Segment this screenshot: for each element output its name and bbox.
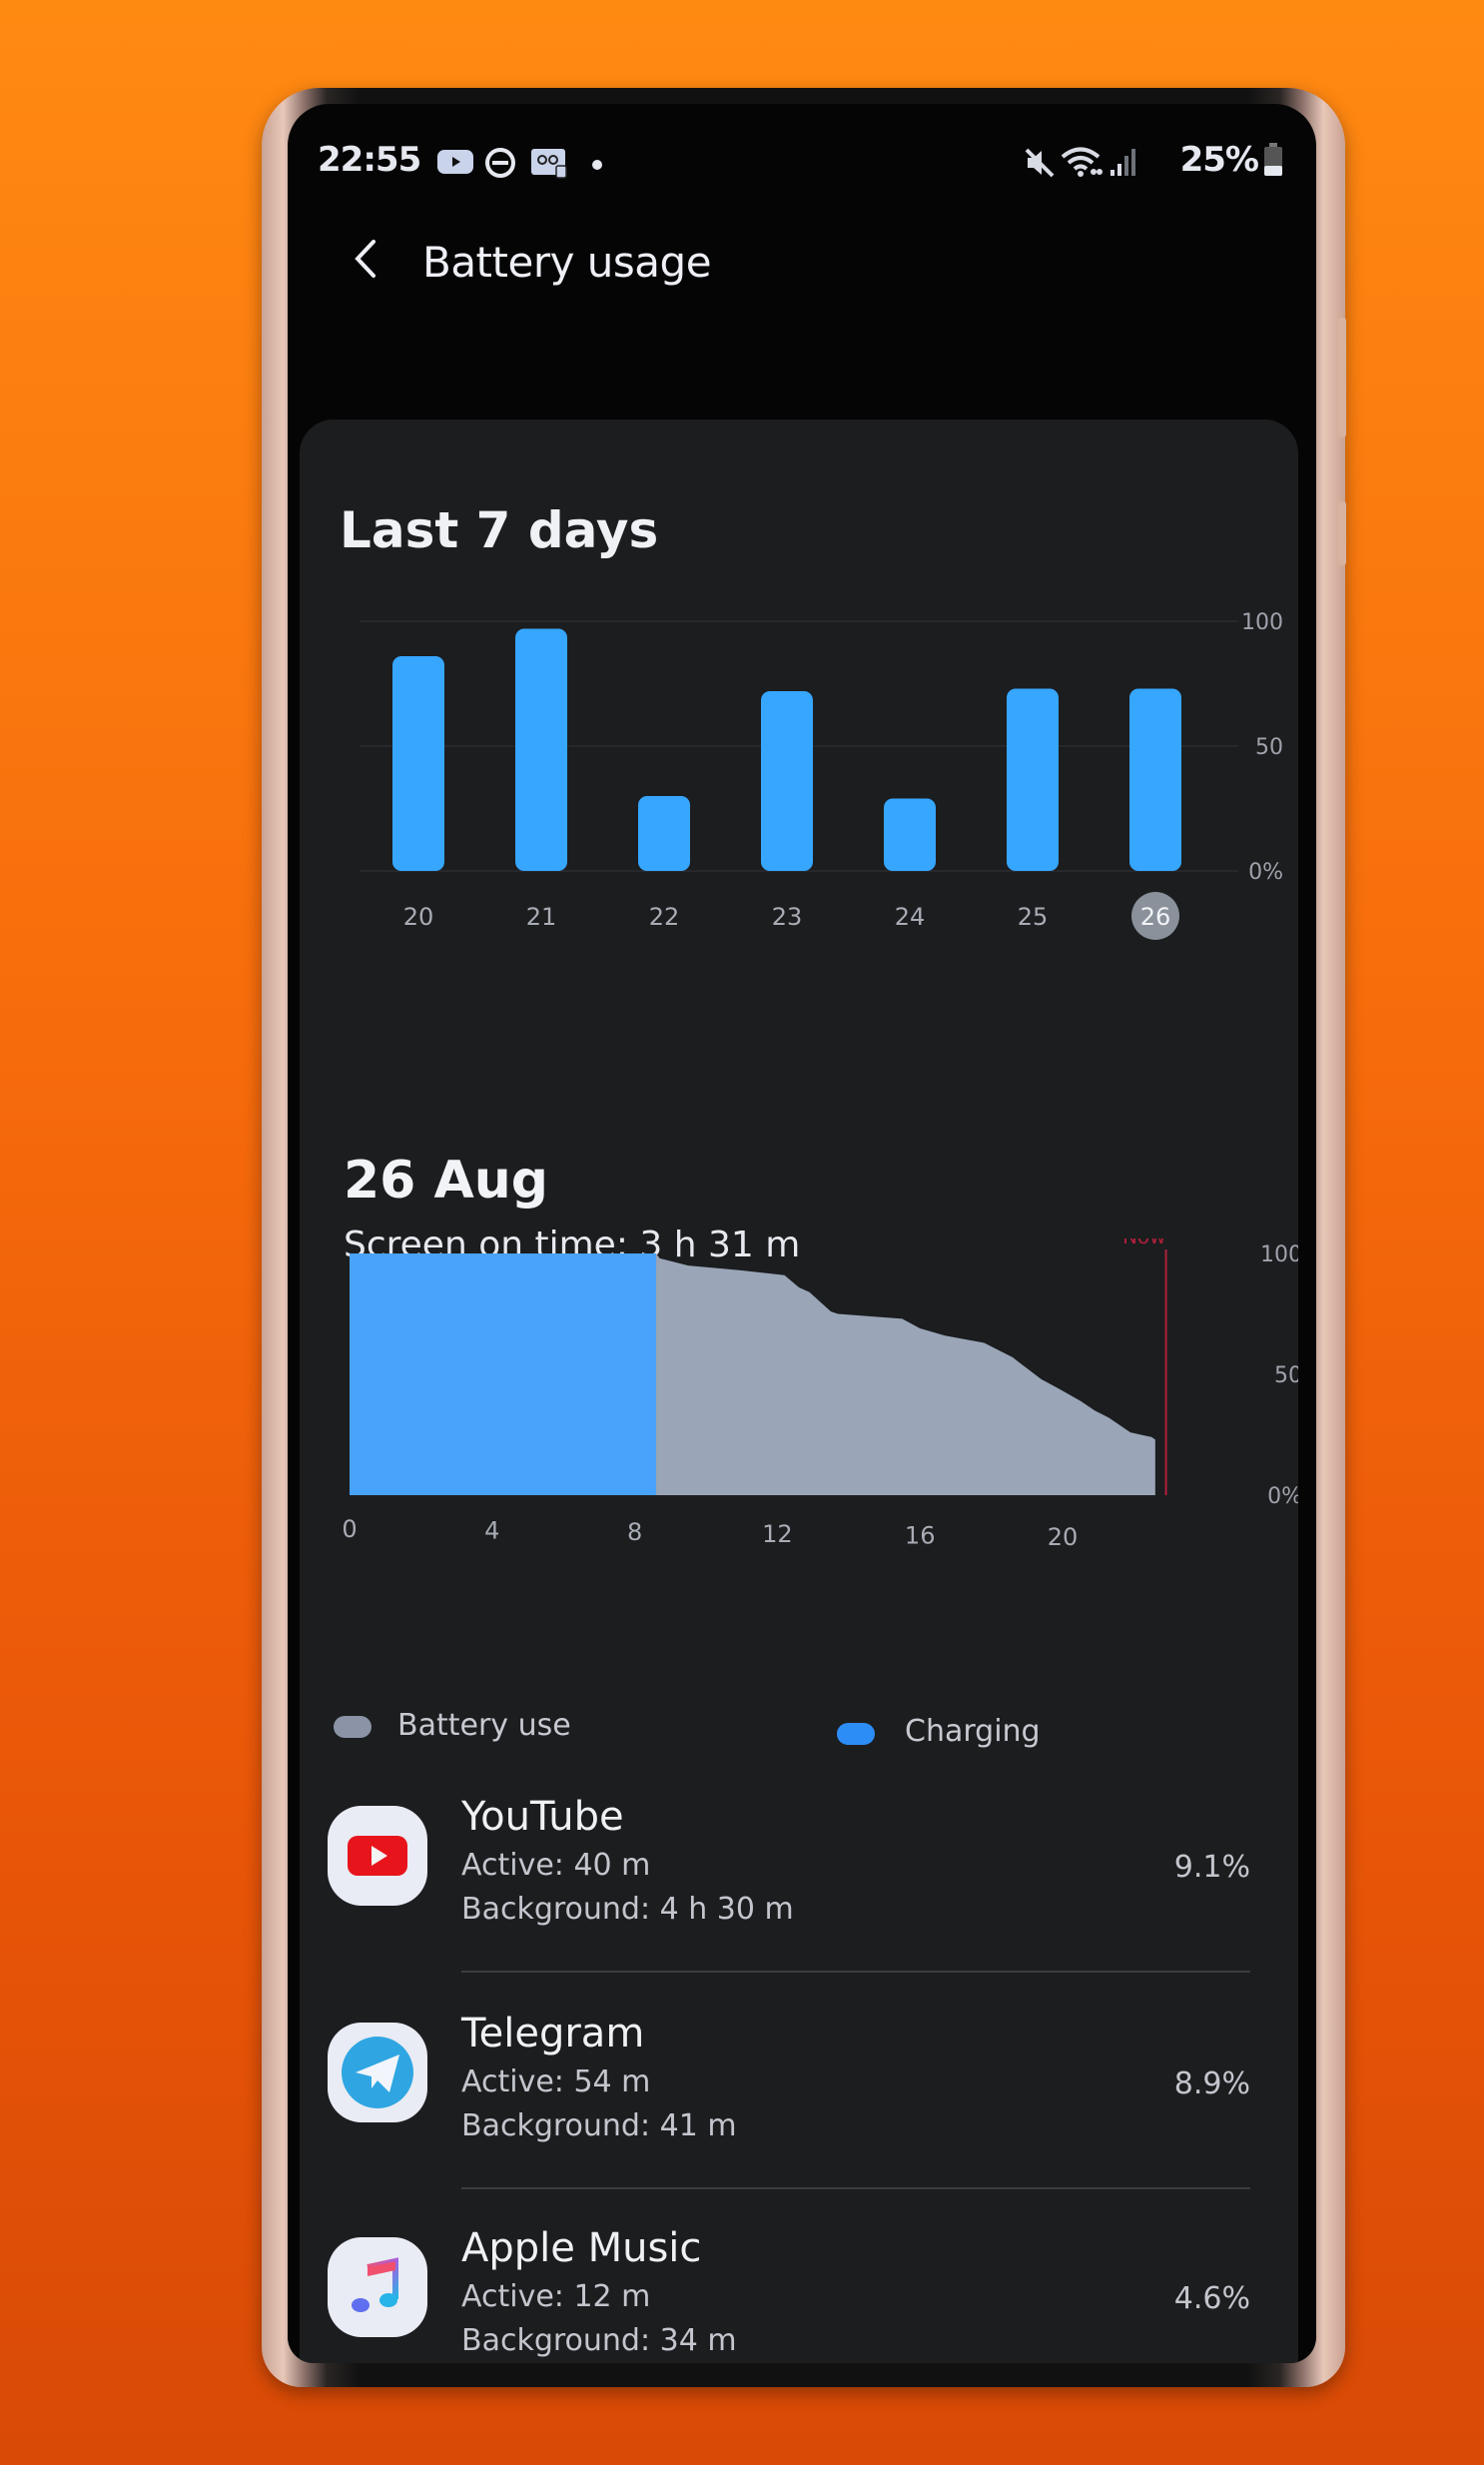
app-name: Apple Music xyxy=(461,2225,702,2271)
x-tick-label: 16 xyxy=(905,1521,936,1549)
chevron-left-icon xyxy=(355,240,375,278)
y-tick-label: 50 xyxy=(1274,1363,1298,1388)
x-tick-label: 25 xyxy=(1018,903,1049,931)
x-tick-label: 20 xyxy=(403,903,434,931)
battery-card: Last 7 days 100 50 0% 20 21 22 23 24 25 26 26 Aug… xyxy=(300,419,1298,2363)
app-active-time: Active: 12 m xyxy=(461,2279,651,2314)
charging-area xyxy=(350,1253,657,1495)
bar-day-22 xyxy=(638,796,690,871)
weekly-bar-chart-svg: 100 50 0% 20 21 22 23 24 25 26 xyxy=(360,610,1283,940)
now-label: Now xyxy=(1122,1238,1166,1248)
app-row-apple-music[interactable]: Apple Music Active: 12 m Background: 34 … xyxy=(300,2217,1298,2363)
y-tick-label: 50 xyxy=(1255,735,1283,760)
app-name: Telegram xyxy=(461,2011,645,2056)
mute-icon xyxy=(1023,146,1057,184)
back-button[interactable] xyxy=(346,236,385,282)
status-bar: 22:55 25% xyxy=(316,140,1288,184)
youtube-icon xyxy=(328,1806,427,1906)
power-button xyxy=(1338,501,1346,565)
legend-battery-use-swatch xyxy=(334,1716,371,1738)
x-tick-label: 8 xyxy=(627,1518,642,1546)
bar-day-26 xyxy=(1129,688,1181,871)
x-tick-label: 26 xyxy=(1140,903,1171,931)
app-row-telegram[interactable]: Telegram Active: 54 m Background: 41 m 8… xyxy=(300,2003,1298,2212)
app-background-time: Background: 41 m xyxy=(461,2108,737,2143)
x-tick-label: 22 xyxy=(649,903,680,931)
y-tick-label: 100 xyxy=(1260,1242,1298,1267)
y-tick-label: 100 xyxy=(1241,610,1283,635)
bar-day-24 xyxy=(884,798,936,871)
app-bar: Battery usage xyxy=(288,214,1316,304)
x-tick-label: 23 xyxy=(772,903,803,931)
legend-battery-use: Battery use xyxy=(397,1708,571,1743)
x-tick-label: 21 xyxy=(526,903,557,931)
telegram-icon xyxy=(328,2023,427,2122)
app-background-time: Background: 34 m xyxy=(461,2323,737,2358)
volume-button xyxy=(1338,318,1346,437)
page-title: Battery usage xyxy=(422,238,712,287)
battery-use-area xyxy=(656,1253,1155,1495)
y-tick-label: 0% xyxy=(1248,860,1283,885)
daily-battery-chart-svg: Now 0% 50 100 0 4 8 12 16 20 xyxy=(342,1238,1298,1551)
bar-day-25 xyxy=(1007,688,1059,871)
divider xyxy=(461,2187,1250,2189)
divider xyxy=(461,1971,1250,1973)
x-tick-label: 20 xyxy=(1048,1523,1079,1551)
phone-screen: 22:55 25% Battery usage Last 7 days 100 … xyxy=(288,104,1316,2363)
bar-day-20 xyxy=(392,656,444,871)
do-not-disturb-icon xyxy=(483,146,517,184)
x-tick-label: 12 xyxy=(762,1520,793,1548)
y-tick-label: 0% xyxy=(1267,1484,1298,1509)
bar-day-23 xyxy=(761,691,813,871)
weekly-bar-chart: 100 50 0% 20 21 22 23 24 25 26 xyxy=(300,419,1298,1119)
more-notifications-dot xyxy=(591,156,603,175)
bar-day-21 xyxy=(515,628,567,871)
app-active-time: Active: 54 m xyxy=(461,2064,651,2099)
signal-icon xyxy=(1109,146,1136,184)
youtube-notification-icon xyxy=(435,146,475,182)
app-name: YouTube xyxy=(461,1794,624,1840)
app-active-time: Active: 40 m xyxy=(461,1848,651,1883)
app-usage-percent: 9.1% xyxy=(1173,1850,1250,1885)
app-background-time: Background: 4 h 30 m xyxy=(461,1892,794,1927)
x-tick-label: 24 xyxy=(895,903,926,931)
x-tick-label: 0 xyxy=(342,1515,357,1543)
selected-date: 26 Aug xyxy=(344,1151,548,1211)
app-usage-percent: 8.9% xyxy=(1173,2066,1250,2101)
daily-battery-chart: Now 0% 50 100 0 4 8 12 16 20 xyxy=(300,1238,1298,1628)
battery-icon xyxy=(1262,142,1284,182)
app-usage-percent: 4.6% xyxy=(1173,2281,1250,2316)
x-tick-label: 4 xyxy=(484,1517,499,1545)
app-row-youtube[interactable]: YouTube Active: 40 m Background: 4 h 30 … xyxy=(300,1786,1298,1996)
wifi-icon xyxy=(1061,146,1105,184)
legend-charging-swatch xyxy=(837,1723,875,1745)
battery-percent: 25% xyxy=(1179,140,1259,180)
legend-charging: Charging xyxy=(905,1714,1041,1749)
apple-music-icon xyxy=(328,2237,427,2337)
status-time: 22:55 xyxy=(318,140,421,180)
voicemail-icon xyxy=(529,146,569,184)
